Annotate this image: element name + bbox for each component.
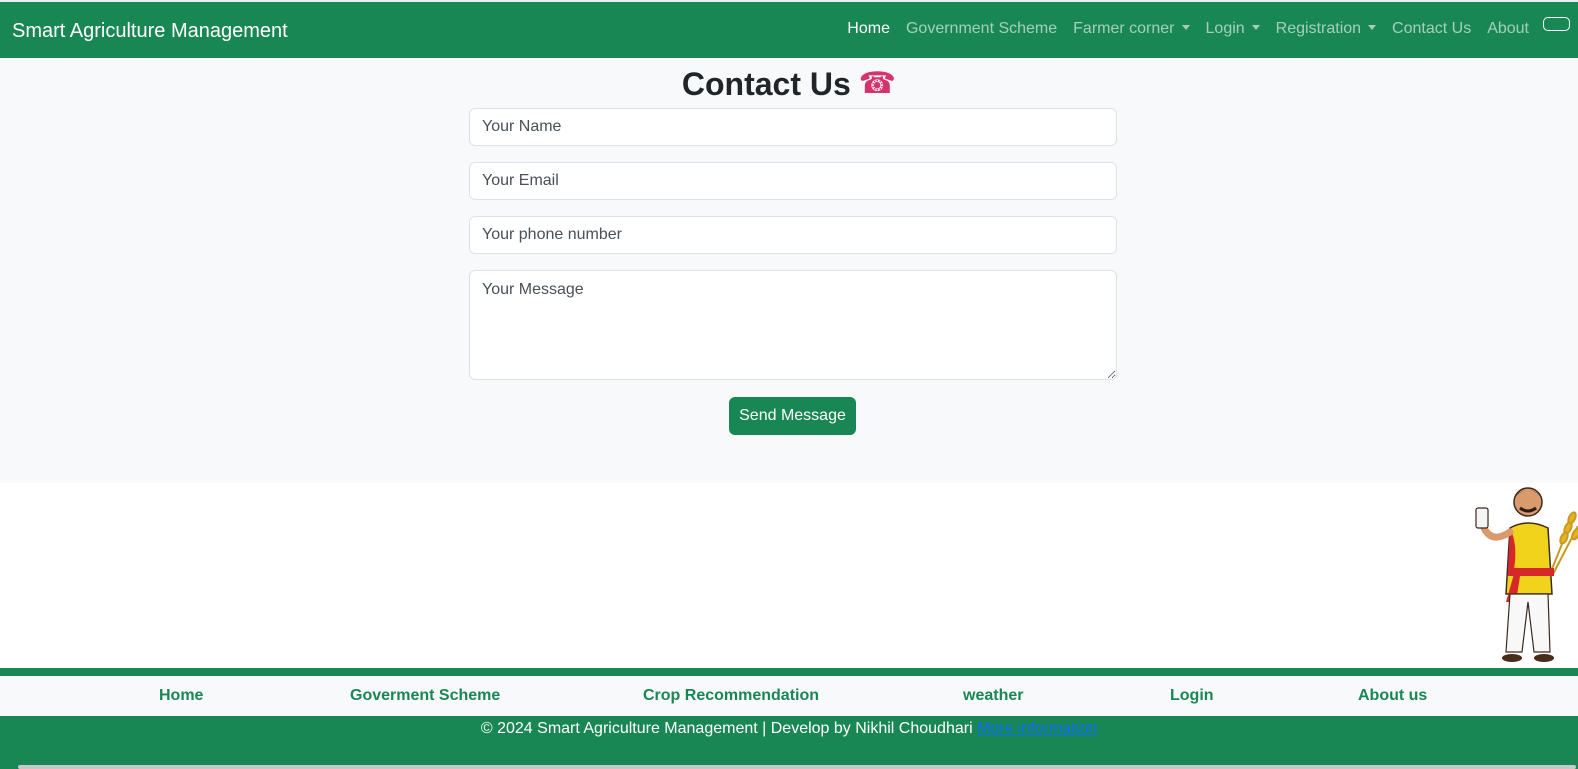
page-title: Contact Us ☎	[0, 66, 1578, 103]
caret-down-icon	[1368, 25, 1377, 30]
message-textarea[interactable]	[469, 270, 1117, 380]
nav-home[interactable]: Home	[847, 20, 890, 38]
nav-farmer-corner[interactable]: Farmer corner	[1073, 20, 1190, 38]
phone-input[interactable]	[469, 216, 1117, 254]
footer-link-login[interactable]: Login	[1170, 687, 1214, 705]
name-input[interactable]	[469, 108, 1117, 146]
copyright-text: © 2024 Smart Agriculture Management | De…	[480, 720, 973, 737]
nav-registration-label: Registration	[1275, 20, 1362, 37]
nav-government-scheme[interactable]: Government Scheme	[906, 20, 1057, 38]
horizontal-scrollbar[interactable]	[18, 765, 1576, 769]
caret-down-icon	[1251, 25, 1260, 30]
navbar-toggler-button[interactable]	[1543, 17, 1570, 31]
copyright-bar: © 2024 Smart Agriculture Management | De…	[0, 716, 1578, 769]
navbar: Smart Agriculture Management Home Govern…	[0, 0, 1578, 58]
farmer-illustration	[1475, 487, 1578, 662]
more-information-link[interactable]: More information	[977, 720, 1097, 737]
footer-link-weather[interactable]: weather	[963, 687, 1023, 705]
telephone-icon: ☎	[858, 67, 897, 100]
footer-divider	[0, 668, 1578, 676]
nav-about[interactable]: About	[1487, 20, 1529, 38]
page-title-text: Contact Us	[681, 66, 851, 102]
caret-down-icon	[1181, 25, 1190, 30]
nav-login[interactable]: Login	[1206, 20, 1260, 38]
footer-nav: Home Goverment Scheme Crop Recommendatio…	[0, 676, 1578, 716]
nav-login-label: Login	[1205, 20, 1245, 37]
footer-link-government-scheme[interactable]: Goverment Scheme	[350, 687, 500, 705]
send-message-button[interactable]: Send Message	[729, 397, 856, 435]
email-input[interactable]	[469, 162, 1117, 200]
nav-registration[interactable]: Registration	[1275, 20, 1377, 38]
navbar-brand[interactable]: Smart Agriculture Management	[12, 20, 288, 43]
footer-link-home[interactable]: Home	[159, 687, 203, 705]
nav-farmer-corner-label: Farmer corner	[1073, 20, 1175, 37]
contact-section: Contact Us☎ Send Message	[0, 58, 1578, 483]
footer-link-about-us[interactable]: About us	[1358, 687, 1427, 705]
footer-link-crop-recommendation[interactable]: Crop Recommendation	[643, 687, 819, 705]
nav-contact-us[interactable]: Contact Us	[1392, 20, 1471, 38]
nav-links: Home Government Scheme Farmer corner Log…	[831, 17, 1570, 38]
